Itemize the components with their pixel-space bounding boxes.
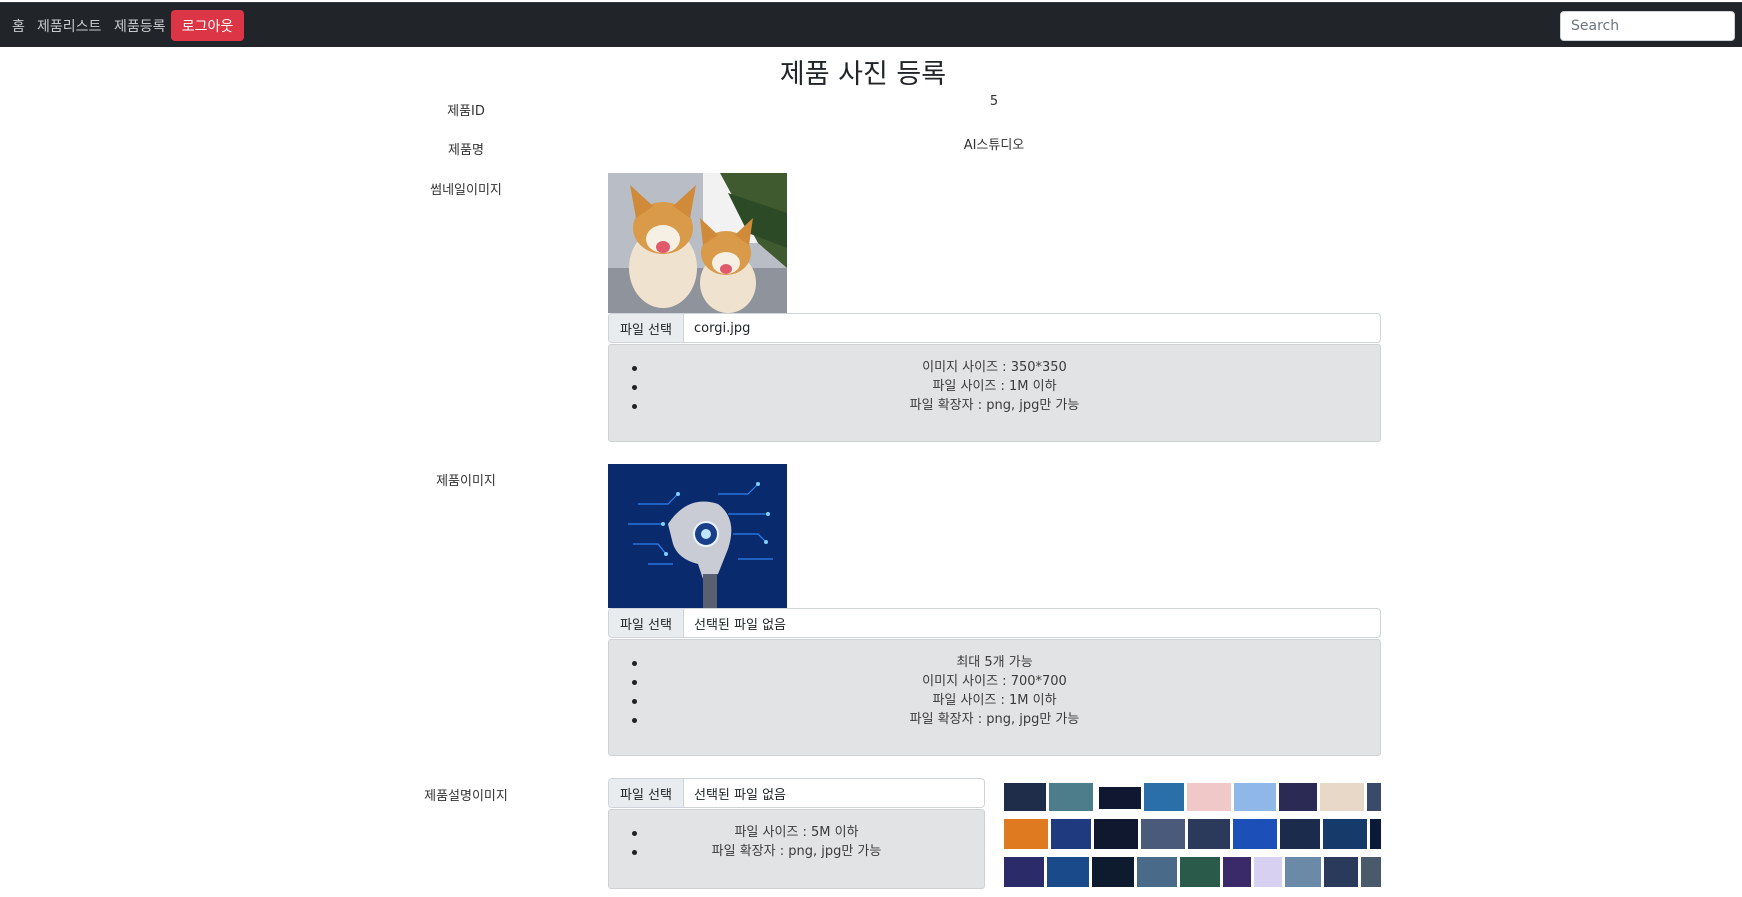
product-image-file-name: 선택된 파일 없음 bbox=[694, 617, 786, 633]
product-name-value: AI스튜디오 bbox=[963, 138, 1025, 153]
description-image-file-name: 선택된 파일 없음 bbox=[694, 787, 786, 803]
product-name-label: 제품명 bbox=[448, 143, 484, 158]
product-image-file-select-button[interactable]: 파일 선택 bbox=[609, 609, 684, 637]
product-image-rule-item: 파일 확장자 : png, jpg만 가능 bbox=[609, 710, 1380, 729]
description-image-rule-item: 파일 확장자 : png, jpg만 가능 bbox=[609, 842, 984, 861]
product-image-file-input[interactable]: 파일 선택 선택된 파일 없음 bbox=[608, 608, 1381, 638]
product-image-rules-box: 최대 5개 가능 이미지 사이즈 : 700*700 파일 사이즈 : 1M 이… bbox=[608, 639, 1381, 756]
top-navbar: 홈 제품리스트 제품등록 로그아웃 bbox=[0, 2, 1742, 47]
product-id-value: 5 bbox=[989, 94, 999, 109]
description-image-file-input[interactable]: 파일 선택 선택된 파일 없음 bbox=[608, 778, 985, 808]
product-image-rule-item: 파일 사이즈 : 1M 이하 bbox=[609, 691, 1380, 710]
page-title: 제품 사진 등록 bbox=[779, 59, 947, 90]
search-input[interactable] bbox=[1560, 11, 1735, 41]
corgi-photo-icon bbox=[608, 173, 787, 313]
product-id-label: 제품ID bbox=[447, 104, 485, 119]
thumbnail-label: 썸네일이미지 bbox=[430, 183, 502, 198]
description-image-file-select-button[interactable]: 파일 선택 bbox=[609, 779, 684, 807]
thumbnail-rule-item: 파일 사이즈 : 1M 이하 bbox=[609, 377, 1380, 396]
nav-home-link[interactable]: 홈 bbox=[12, 16, 25, 36]
thumbnail-rule-item: 이미지 사이즈 : 350*350 bbox=[609, 358, 1380, 377]
thumbnail-rules-box: 이미지 사이즈 : 350*350 파일 사이즈 : 1M 이하 파일 확장자 … bbox=[608, 344, 1381, 442]
thumbnail-preview-image bbox=[608, 173, 787, 313]
thumbnail-rule-item: 파일 확장자 : png, jpg만 가능 bbox=[609, 396, 1380, 415]
product-image-label: 제품이미지 bbox=[436, 474, 496, 489]
thumbnail-file-select-button[interactable]: 파일 선택 bbox=[609, 314, 684, 342]
logout-button[interactable]: 로그아웃 bbox=[171, 10, 244, 41]
description-image-rule-item: 파일 사이즈 : 5M 이하 bbox=[609, 823, 984, 842]
thumbnail-file-name: corgi.jpg bbox=[694, 320, 751, 336]
description-image-preview bbox=[1004, 781, 1381, 891]
description-image-rules-box: 파일 사이즈 : 5M 이하 파일 확장자 : png, jpg만 가능 bbox=[608, 809, 985, 889]
product-image-rule-item: 최대 5개 가능 bbox=[609, 653, 1380, 672]
nav-product-list-link[interactable]: 제품리스트 bbox=[37, 16, 101, 36]
thumbnail-file-input[interactable]: 파일 선택 corgi.jpg bbox=[608, 313, 1381, 343]
product-image-rule-item: 이미지 사이즈 : 700*700 bbox=[609, 672, 1380, 691]
ai-head-photo-icon bbox=[608, 464, 787, 608]
ai-collage-image-icon bbox=[1004, 781, 1381, 891]
description-image-label: 제품설명이미지 bbox=[424, 789, 508, 804]
product-image-preview bbox=[608, 464, 787, 608]
nav-product-register-link[interactable]: 제품등록 bbox=[114, 16, 166, 36]
